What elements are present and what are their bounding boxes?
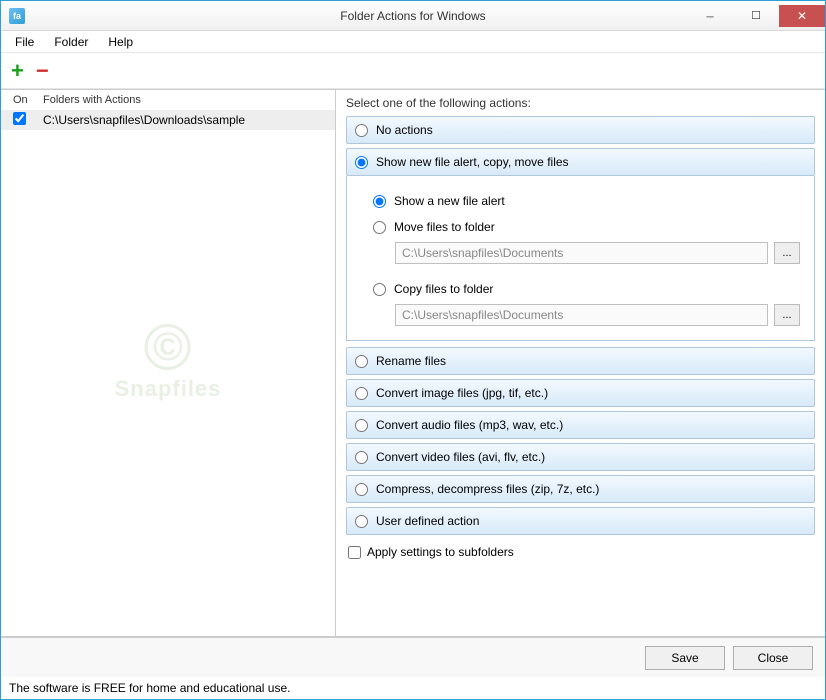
suboption-show-alert[interactable]: Show a new file alert bbox=[361, 188, 800, 214]
suboption-copy[interactable]: Copy files to folder bbox=[361, 276, 800, 302]
action-user-defined[interactable]: User defined action bbox=[346, 507, 815, 535]
window-controls bbox=[687, 5, 825, 27]
content: On Folders with Actions C:\Users\snapfil… bbox=[1, 89, 825, 637]
apply-subfolders[interactable]: Apply settings to subfolders bbox=[346, 539, 815, 563]
actions-panel: Select one of the following actions: No … bbox=[336, 90, 825, 636]
folders-header: On Folders with Actions bbox=[1, 90, 335, 110]
maximize-button[interactable] bbox=[733, 5, 779, 27]
add-folder-button[interactable]: + bbox=[11, 58, 24, 84]
apply-subfolders-label: Apply settings to subfolders bbox=[367, 545, 514, 559]
move-path-input[interactable] bbox=[395, 242, 768, 264]
action-convert-audio[interactable]: Convert audio files (mp3, wav, etc.) bbox=[346, 411, 815, 439]
toolbar: + − bbox=[1, 53, 825, 89]
menubar: File Folder Help bbox=[1, 31, 825, 53]
copy-browse-button[interactable]: ... bbox=[774, 304, 800, 326]
show-alert-subpanel: Show a new file alert Move files to fold… bbox=[346, 176, 815, 341]
menu-folder[interactable]: Folder bbox=[46, 33, 96, 51]
radio-convert-video[interactable] bbox=[355, 451, 368, 464]
radio-no-actions[interactable] bbox=[355, 124, 368, 137]
action-label: Show new file alert, copy, move files bbox=[376, 155, 569, 169]
minimize-button[interactable] bbox=[687, 5, 733, 27]
column-on: On bbox=[13, 94, 43, 106]
suboption-label: Copy files to folder bbox=[394, 282, 493, 296]
action-label: Rename files bbox=[376, 354, 446, 368]
app-icon: fa bbox=[9, 8, 25, 24]
watermark-text: Snapfiles bbox=[115, 376, 222, 402]
suboption-label: Move files to folder bbox=[394, 220, 495, 234]
status-text: The software is FREE for home and educat… bbox=[9, 681, 290, 695]
watermark: © Snapfiles bbox=[115, 324, 222, 402]
action-label: Compress, decompress files (zip, 7z, etc… bbox=[376, 482, 599, 496]
radio-sub-copy[interactable] bbox=[373, 283, 386, 296]
menu-help[interactable]: Help bbox=[100, 33, 141, 51]
radio-convert-audio[interactable] bbox=[355, 419, 368, 432]
apply-subfolders-checkbox[interactable] bbox=[348, 546, 361, 559]
radio-sub-show-alert[interactable] bbox=[373, 195, 386, 208]
action-no-actions[interactable]: No actions bbox=[346, 116, 815, 144]
action-label: Convert audio files (mp3, wav, etc.) bbox=[376, 418, 563, 432]
folders-panel: On Folders with Actions C:\Users\snapfil… bbox=[1, 90, 336, 636]
radio-show-alert[interactable] bbox=[355, 156, 368, 169]
action-convert-image[interactable]: Convert image files (jpg, tif, etc.) bbox=[346, 379, 815, 407]
copy-path-input[interactable] bbox=[395, 304, 768, 326]
suboption-move[interactable]: Move files to folder bbox=[361, 214, 800, 240]
copy-path-row: ... bbox=[395, 304, 800, 326]
close-window-button[interactable] bbox=[779, 5, 825, 27]
action-rename[interactable]: Rename files bbox=[346, 347, 815, 375]
save-button[interactable]: Save bbox=[645, 646, 725, 670]
actions-heading: Select one of the following actions: bbox=[346, 96, 815, 110]
action-label: Convert video files (avi, flv, etc.) bbox=[376, 450, 545, 464]
titlebar: fa Folder Actions for Windows bbox=[1, 1, 825, 31]
action-label: Convert image files (jpg, tif, etc.) bbox=[376, 386, 548, 400]
action-label: No actions bbox=[376, 123, 433, 137]
footer: Save Close bbox=[1, 637, 825, 677]
menu-file[interactable]: File bbox=[7, 33, 42, 51]
watermark-copyright-icon: © bbox=[145, 324, 191, 370]
action-show-alert[interactable]: Show new file alert, copy, move files bbox=[346, 148, 815, 176]
action-label: User defined action bbox=[376, 514, 479, 528]
folder-row[interactable]: C:\Users\snapfiles\Downloads\sample bbox=[1, 110, 335, 130]
radio-rename[interactable] bbox=[355, 355, 368, 368]
statusbar: The software is FREE for home and educat… bbox=[1, 677, 825, 699]
move-path-row: ... bbox=[395, 242, 800, 264]
folder-enabled-checkbox-wrap bbox=[13, 112, 43, 128]
radio-compress[interactable] bbox=[355, 483, 368, 496]
folder-enabled-checkbox[interactable] bbox=[13, 112, 26, 125]
action-convert-video[interactable]: Convert video files (avi, flv, etc.) bbox=[346, 443, 815, 471]
move-browse-button[interactable]: ... bbox=[774, 242, 800, 264]
close-button[interactable]: Close bbox=[733, 646, 813, 670]
radio-user-defined[interactable] bbox=[355, 515, 368, 528]
column-folders: Folders with Actions bbox=[43, 94, 141, 106]
remove-folder-button[interactable]: − bbox=[36, 58, 49, 84]
folder-path: C:\Users\snapfiles\Downloads\sample bbox=[43, 113, 245, 127]
radio-convert-image[interactable] bbox=[355, 387, 368, 400]
radio-sub-move[interactable] bbox=[373, 221, 386, 234]
action-compress[interactable]: Compress, decompress files (zip, 7z, etc… bbox=[346, 475, 815, 503]
suboption-label: Show a new file alert bbox=[394, 194, 505, 208]
